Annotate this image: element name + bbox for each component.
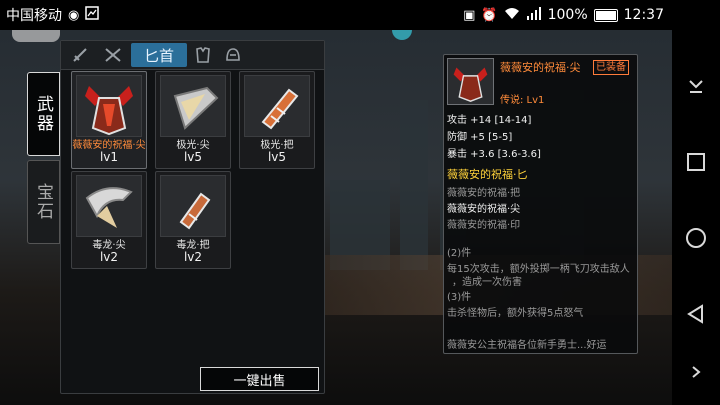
item-level: lv1 <box>99 150 119 164</box>
item-name: 毒龙·尖 <box>92 240 126 251</box>
collapse-down-icon[interactable] <box>672 66 720 106</box>
item-level: lv5 <box>183 150 203 164</box>
home-button[interactable] <box>672 218 720 258</box>
clock: 12:37 <box>623 7 664 23</box>
carrier-label: 中国移动 <box>6 8 62 24</box>
tab-crossed-blades[interactable] <box>99 43 127 67</box>
weibo-icon: ◉ <box>68 7 80 23</box>
item-slot-aurora-handle[interactable]: 极光·把 lv5 <box>239 71 315 169</box>
item-level: lv5 <box>267 150 287 164</box>
set-bonus-2-text-cont: ，造成一次伤害 <box>452 277 522 288</box>
flavor-text: 薇薇安公主祝福各位新手勇士...好运 <box>447 340 607 351</box>
detail-item-icon <box>447 58 494 105</box>
vibrate-icon: ▣ <box>463 7 476 23</box>
tab-sword[interactable] <box>67 43 93 67</box>
vivian-dagger-tip-icon <box>76 75 142 137</box>
alarm-icon: ⏰ <box>481 7 498 23</box>
stat-label: 暴击 +3.6 <box>447 149 495 160</box>
item-slot-venom-tip[interactable]: 毒龙·尖 lv2 <box>71 171 147 269</box>
category-tabs: 匕首 <box>61 41 324 70</box>
venom-dagger-tip-icon <box>76 175 142 237</box>
item-slot-venom-handle[interactable]: 毒龙·把 lv2 <box>155 171 231 269</box>
stat-attack: 攻击 +14 [14-14] <box>447 111 531 126</box>
item-slot-aurora-tip[interactable]: 极光·尖 lv5 <box>155 71 231 169</box>
status-bar: 中国移动 ◉ ▣ ⏰ 100% 12:37 <box>0 0 672 30</box>
set-bonus-3-text: 击杀怪物后，额外获得5点怒气 <box>447 308 584 319</box>
item-name: 薇薇安的祝福·尖 <box>72 140 146 151</box>
item-slot-vivian-tip[interactable]: 薇薇安的祝福·尖 lv1 <box>71 71 147 169</box>
stat-defense: 防御 +5 [5-5] <box>447 128 512 143</box>
aurora-dagger-tip-icon <box>160 75 226 137</box>
stat-label: 攻击 +14 <box>447 115 492 126</box>
tab-weapons[interactable]: 武器 <box>27 72 60 156</box>
battery-icon <box>593 8 618 22</box>
image-icon <box>85 6 100 24</box>
top-hud-fragment <box>12 30 60 42</box>
set-name: 薇薇安的祝福·匕 <box>447 168 528 181</box>
back-button[interactable] <box>672 294 720 334</box>
crossed-blades-icon <box>105 48 121 62</box>
recent-apps-button[interactable] <box>672 142 720 182</box>
set-bonus-2-title: (2)件 <box>447 248 472 259</box>
navigation-bar <box>672 0 720 405</box>
tab-gems[interactable]: 宝石 <box>27 160 60 244</box>
tab-armor[interactable] <box>189 43 217 67</box>
item-level: lv2 <box>183 250 203 264</box>
stat-label: 防御 +5 <box>447 132 485 143</box>
wifi-icon <box>504 7 520 24</box>
venom-dagger-handle-icon <box>160 175 226 237</box>
item-name: 极光·把 <box>260 140 294 151</box>
battery-text: 100% <box>547 7 588 23</box>
chevron-right-icon[interactable] <box>672 352 720 392</box>
signal-icon <box>526 6 542 24</box>
tab-helmet[interactable] <box>219 43 247 67</box>
inventory-panel: 匕首 薇薇安的祝福·尖 lv1 极光·尖 lv5 极光·把 lv5 毒龙·尖 l… <box>60 40 325 394</box>
item-detail-panel: 薇薇安的祝福·尖 已装备 传说: Lv1 攻击 +14 [14-14] 防御 +… <box>443 54 638 354</box>
set-bonus-3-title: (3)件 <box>447 292 472 303</box>
set-part: 薇薇安的祝福·印 <box>447 220 521 231</box>
sword-icon <box>73 48 87 62</box>
tab-weapons-label: 武器 <box>33 95 53 133</box>
background-tower <box>400 100 428 270</box>
set-part: 薇薇安的祝福·尖 <box>447 204 521 215</box>
item-name: 极光·尖 <box>176 140 210 151</box>
equipped-badge: 已装备 <box>593 60 629 75</box>
stat-crit: 暴击 +3.6 [3.6-3.6] <box>447 145 541 160</box>
detail-item-name: 薇薇安的祝福·尖 <box>500 61 581 74</box>
stat-value: [5-5] <box>488 132 513 143</box>
tab-dagger-label: 匕首 <box>143 46 174 65</box>
tab-dagger[interactable]: 匕首 <box>131 43 187 67</box>
stat-value: [14-14] <box>494 115 532 126</box>
stat-value: [3.6-3.6] <box>497 149 541 160</box>
item-level: lv2 <box>99 250 119 264</box>
tab-gems-label: 宝石 <box>33 183 53 221</box>
helmet-icon <box>226 48 240 61</box>
set-part: 薇薇安的祝福·把 <box>447 188 521 199</box>
aurora-dagger-handle-icon <box>244 75 310 137</box>
armor-icon <box>196 47 210 63</box>
sell-all-button[interactable]: 一键出售 <box>200 367 319 391</box>
item-name: 毒龙·把 <box>176 240 210 251</box>
detail-rarity: 传说: Lv1 <box>500 95 545 106</box>
